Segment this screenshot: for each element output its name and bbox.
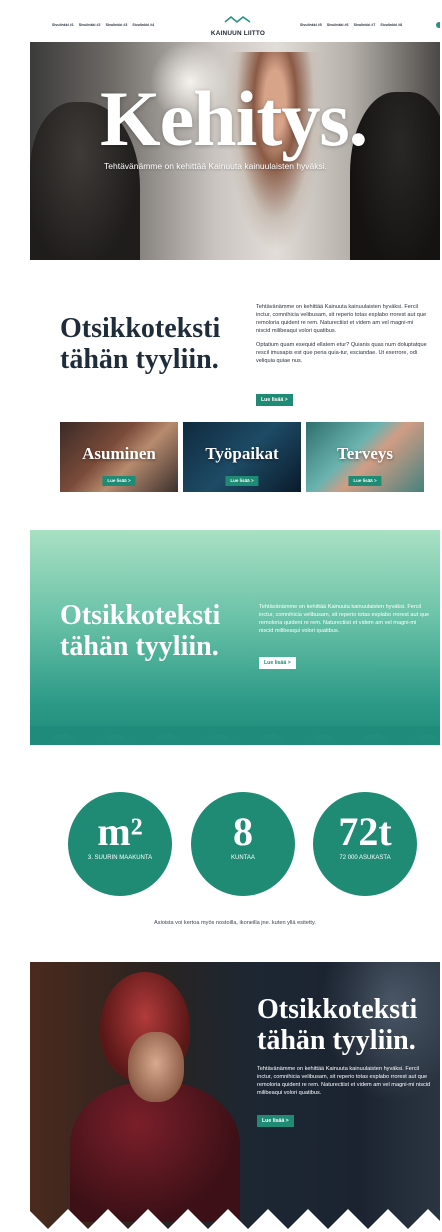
zigzag-divider	[30, 1209, 440, 1232]
tile-asuminen[interactable]: Asuminen Lue lisää >	[60, 422, 178, 492]
tile-label: Terveys	[336, 444, 394, 463]
nav-link-3[interactable]: Sivulinkki #3	[106, 23, 128, 27]
welder-read-more-button[interactable]: Lue lisää >	[257, 1115, 294, 1127]
tile-label: Työpaikat	[205, 444, 279, 463]
nav-link-6[interactable]: Sivulinkki #6	[327, 23, 349, 27]
nav-link-7[interactable]: Sivulinkki #7	[354, 23, 376, 27]
nav-language-dot[interactable]	[436, 22, 440, 28]
nav-link-1[interactable]: Sivulinkki #1	[52, 23, 74, 27]
nav-link-5[interactable]: Sivulinkki #5	[300, 23, 322, 27]
nav-links-right: Sivulinkki #5 Sivulinkki #6 Sivulinkki #…	[300, 23, 402, 27]
stats-note: Asioista voi kertoa myös nostoilla, ikon…	[154, 920, 316, 926]
intro-heading: Otsikkoteksti tähän tyyliin.	[60, 313, 221, 375]
welder-heading: Otsikkoteksti tähän tyyliin.	[257, 994, 418, 1056]
intro-paragraph-2: Optatium quam esequid ellatem etur? Quia…	[256, 342, 427, 364]
wave-divider	[30, 726, 440, 745]
stat-circle-area: m² 3. SUURIN MAAKUNTA	[68, 792, 172, 896]
mountain-logo-icon	[224, 15, 251, 24]
tile-label: Asuminen	[82, 444, 156, 463]
stat-caption: 3. SUURIN MAAKUNTA	[87, 855, 153, 861]
welder-face	[128, 1032, 184, 1102]
tile-terveys[interactable]: Terveys Lue lisää >	[306, 422, 424, 492]
stat-circle-population: 72t 72 000 ASUKASTA	[313, 792, 417, 896]
stat-caption: KUNTAA	[231, 855, 255, 861]
intro-read-more-button[interactable]: Lue lisää >	[256, 394, 293, 406]
tile-read-more-button[interactable]: Lue lisää >	[225, 476, 259, 486]
nav-link-4[interactable]: Sivulinkki #4	[132, 23, 154, 27]
welder-body	[70, 1082, 240, 1222]
intro-paragraph-1: Tehtävänämme on kehittää Kainuuta kainuu…	[256, 304, 427, 334]
stat-value: m²	[97, 809, 143, 854]
nav-links-left: Sivulinkki #1 Sivulinkki #2 Sivulinkki #…	[52, 23, 154, 27]
hero-title: Kehitys.	[100, 75, 368, 162]
tile-read-more-button[interactable]: Lue lisää >	[102, 476, 136, 486]
site-logo[interactable]: KAINUUN LIITTO	[208, 11, 268, 50]
hero-subtitle: Tehtävänämme on kehittää Kainuuta kainuu…	[104, 161, 328, 171]
welder-body-text: Tehtävänämme on kehittää Kainuuta kainuu…	[257, 1066, 431, 1096]
band-heading: Otsikkoteksti tähän tyyliin.	[60, 600, 221, 662]
page: Sivulinkki #1 Sivulinkki #2 Sivulinkki #…	[30, 0, 440, 1232]
stat-value: 72t	[338, 809, 392, 854]
tile-read-more-button[interactable]: Lue lisää >	[348, 476, 382, 486]
stat-value: 8	[233, 809, 253, 854]
intro-body: Tehtävänämme on kehittää Kainuuta kainuu…	[256, 303, 428, 371]
nav-link-8[interactable]: Sivulinkki #8	[380, 23, 402, 27]
tile-tyopaikat[interactable]: Työpaikat Lue lisää >	[183, 422, 301, 492]
stat-circle-municipalities: 8 KUNTAA	[191, 792, 295, 896]
band-read-more-button[interactable]: Lue lisää >	[259, 657, 296, 669]
band-body: Tehtävänämme on kehittää Kainuuta kainuu…	[259, 604, 430, 634]
top-navigation: Sivulinkki #1 Sivulinkki #2 Sivulinkki #…	[30, 0, 440, 50]
logo-text: KAINUUN LIITTO	[210, 30, 266, 37]
nav-link-2[interactable]: Sivulinkki #2	[79, 23, 101, 27]
stat-caption: 72 000 ASUKASTA	[339, 855, 391, 861]
